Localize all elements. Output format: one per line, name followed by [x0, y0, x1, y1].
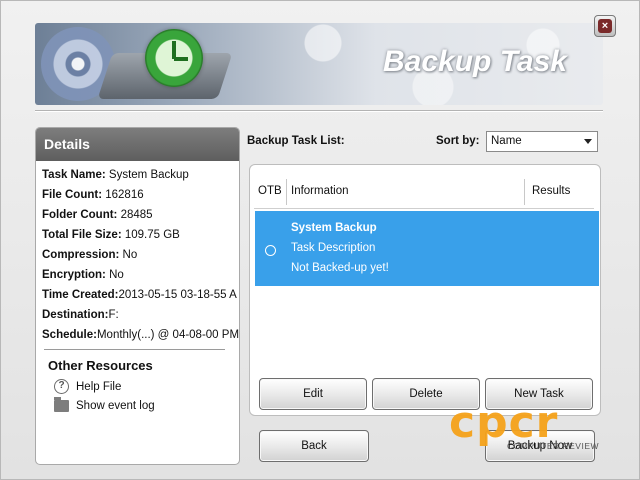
details-list: Task Name: System Backup File Count: 162… [36, 161, 239, 345]
task-row[interactable]: System Backup Task Description Not Backe… [255, 211, 599, 286]
detail-file-count: File Count: 162816 [42, 189, 144, 201]
detail-task-name: Task Name: System Backup [42, 169, 189, 181]
watermark-logo: cpcr COMPUTER REVIEW [449, 399, 619, 459]
close-button[interactable]: × [594, 15, 616, 37]
detail-schedule: Schedule:Monthly(...) @ 04-08-00 PM [42, 329, 239, 341]
watermark-logo-text: cpcr [449, 397, 559, 448]
sort-by-dropdown[interactable]: Name [486, 131, 598, 152]
backup-task-list-label: Backup Task List: [247, 135, 345, 147]
column-divider [524, 179, 525, 205]
column-divider [286, 179, 287, 205]
column-information[interactable]: Information [291, 185, 349, 197]
header-divider [35, 110, 603, 112]
backup-task-window: Backup Task × Details Task Name: System … [0, 0, 640, 480]
other-resources-title: Other Resources [48, 358, 153, 373]
details-panel: Details Task Name: System Backup File Co… [35, 127, 240, 465]
detail-total-size: Total File Size: 109.75 GB [42, 229, 180, 241]
window-title: Backup Task [383, 45, 567, 78]
close-icon: × [598, 19, 612, 33]
sort-by-label: Sort by: [436, 135, 480, 147]
detail-encryption: Encryption: No [42, 269, 124, 281]
detail-compression: Compression: No [42, 249, 138, 261]
sort-by-value: Name [491, 135, 522, 147]
help-file-label: Help File [76, 380, 122, 393]
show-event-log-label: Show event log [76, 400, 155, 412]
backup-clock-icon [145, 29, 203, 87]
detail-folder-count: Folder Count: 28485 [42, 209, 153, 221]
details-header: Details [36, 128, 239, 161]
task-name: System Backup [291, 222, 377, 234]
column-results[interactable]: Results [532, 185, 570, 197]
chevron-down-icon [584, 139, 592, 144]
task-description: Task Description [291, 242, 376, 254]
task-list-header: OTB Information Results [254, 173, 594, 209]
edit-button[interactable]: Edit [259, 378, 367, 410]
column-otb[interactable]: OTB [258, 185, 282, 197]
back-button[interactable]: Back [259, 430, 369, 462]
help-icon: ? [54, 379, 69, 394]
task-radio[interactable] [265, 245, 276, 256]
show-event-log-link[interactable]: Show event log [36, 394, 239, 412]
detail-time-created: Time Created:2013-05-15 03-18-55 A [42, 289, 237, 301]
watermark-subtext: COMPUTER REVIEW [507, 441, 600, 451]
folder-icon [54, 397, 69, 412]
header-banner: Backup Task [35, 23, 603, 105]
help-file-link[interactable]: ? Help File [36, 373, 239, 394]
detail-destination: Destination:F: [42, 309, 119, 321]
task-status: Not Backed-up yet! [291, 262, 389, 274]
